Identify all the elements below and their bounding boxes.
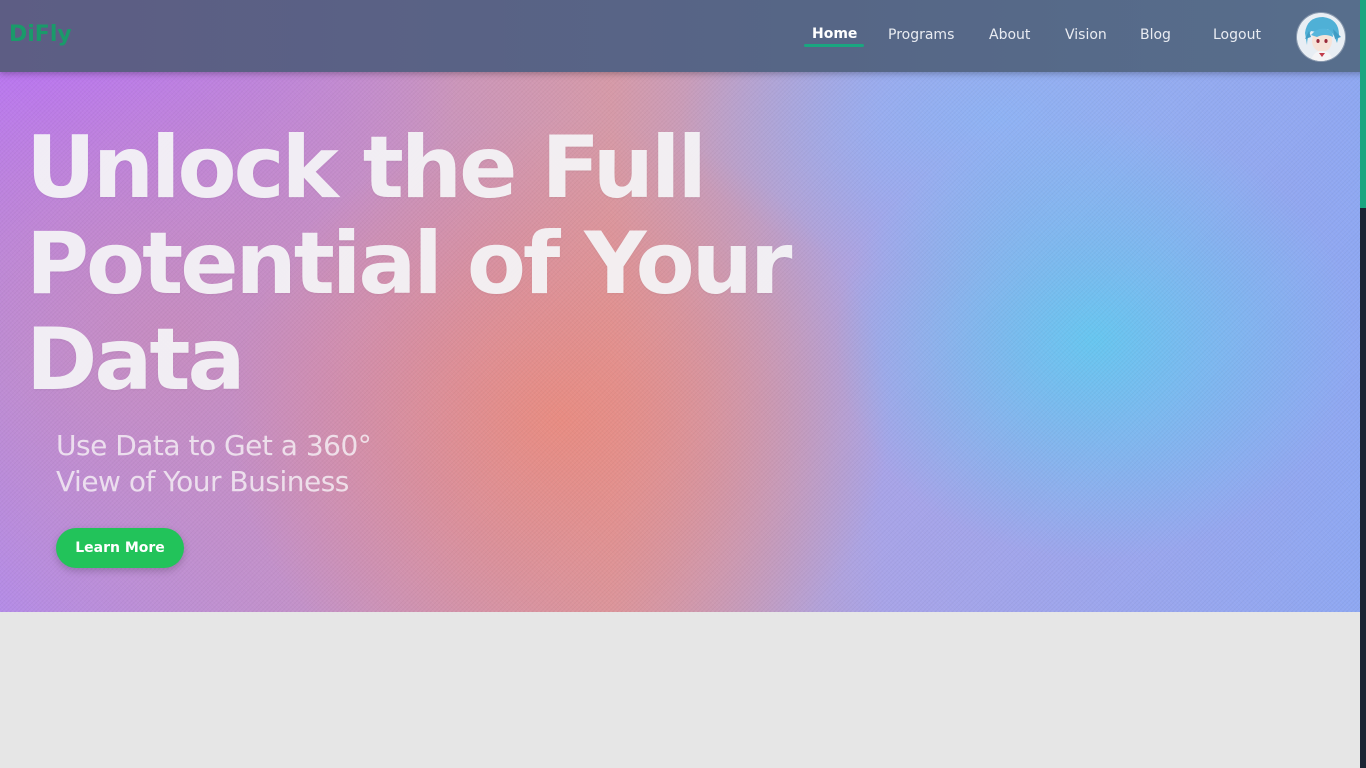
hero-headline: Unlock the Full Potential of Your Data [26,120,906,408]
nav-item-logout[interactable]: Logout [1213,27,1261,43]
brand-logo[interactable]: DiFly [9,22,72,47]
headline-line-1: Unlock the Full [26,118,707,218]
user-avatar-icon[interactable] [1296,12,1346,62]
hero-subheading: Use Data to Get a 360° View of Your Busi… [56,428,436,500]
nav-item-about[interactable]: About [989,27,1030,43]
learn-more-button[interactable]: Learn More [56,528,184,568]
top-navbar: DiFly Home Programs About Vision Blog Lo… [0,0,1366,72]
headline-line-2: Potential of Your [26,214,792,314]
headline-line-3: Data [26,310,246,410]
scrollbar-thumb[interactable] [1360,72,1366,208]
nav-item-home[interactable]: Home [812,26,857,42]
nav-item-vision[interactable]: Vision [1065,27,1107,43]
subhead-line-1: Use Data to Get a 360° [56,429,372,462]
page: Unlock the Full Potential of Your Data U… [0,0,1366,768]
avatar-portrait [1297,13,1345,61]
nav-item-blog[interactable]: Blog [1140,27,1171,43]
subhead-line-2: View of Your Business [56,465,349,498]
nav-active-indicator [804,44,864,47]
hero-section: Unlock the Full Potential of Your Data U… [0,0,1360,612]
scrollbar-top-accent [1360,0,1366,72]
nav-item-programs[interactable]: Programs [888,27,954,43]
content-area [0,612,1360,768]
